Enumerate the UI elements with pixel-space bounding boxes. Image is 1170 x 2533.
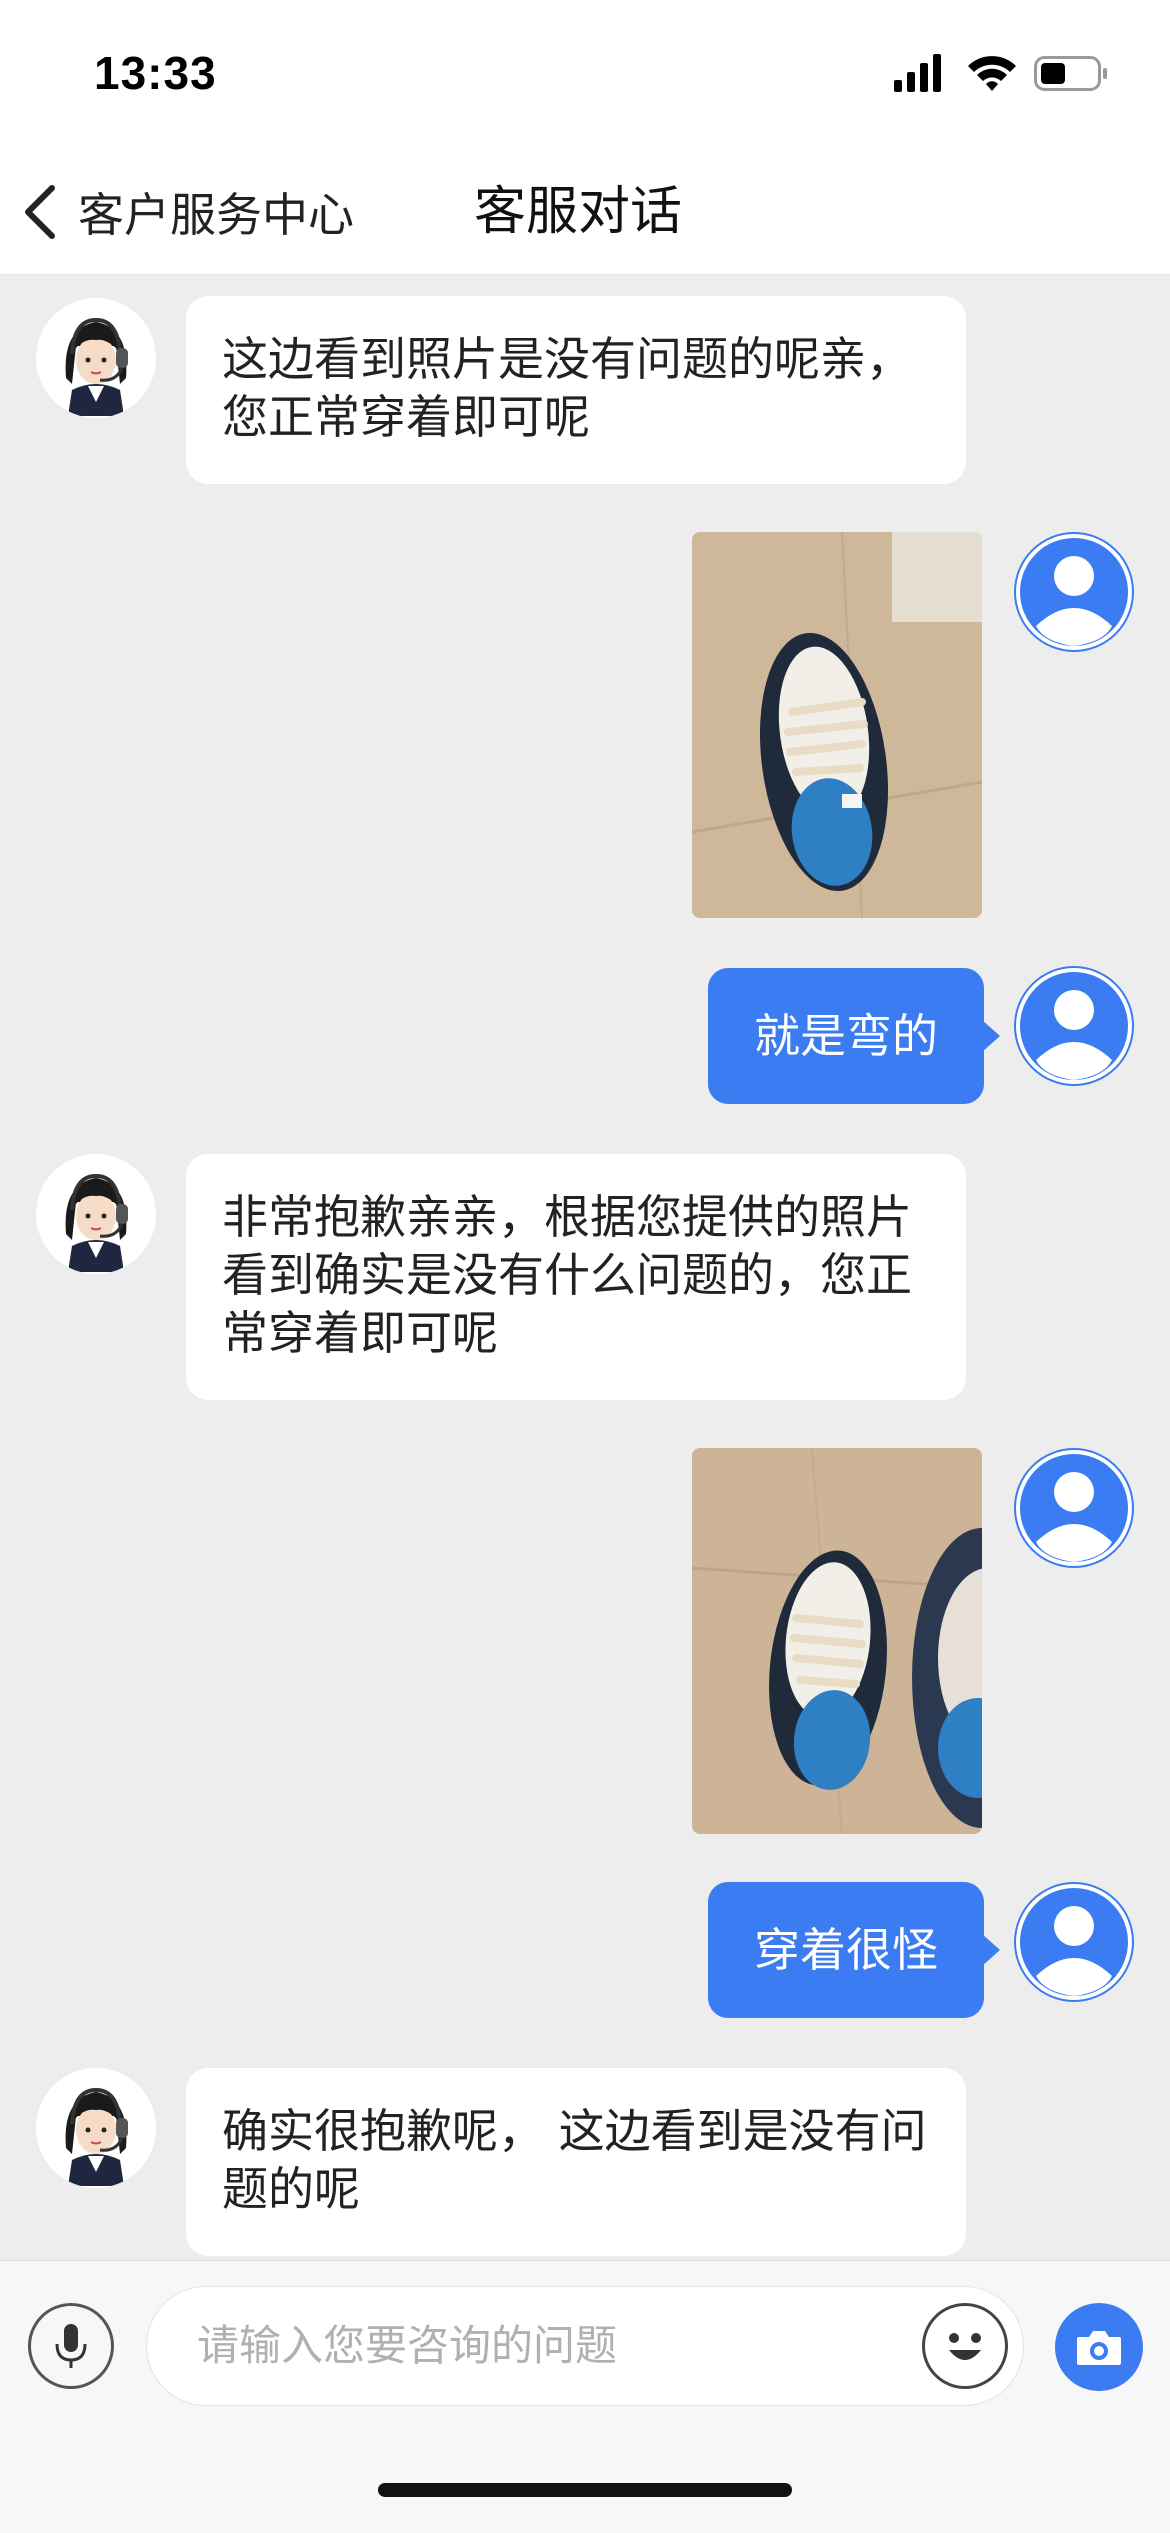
sneaker-photo-icon <box>692 532 982 918</box>
input-placeholder: 请输入您要咨询的问题 <box>197 2321 618 2370</box>
user-photo-message[interactable] <box>692 532 982 918</box>
sneaker-photo-icon <box>692 1448 982 1834</box>
user-avatar <box>1014 966 1134 1086</box>
agent-headset-avatar-icon <box>65 1173 128 1272</box>
user-avatar <box>1014 532 1134 652</box>
back-button[interactable]: 客户服务中心 <box>20 174 354 250</box>
user-message: 就是弯的 <box>708 968 1000 1104</box>
agent-avatar <box>36 298 156 418</box>
user-icon <box>1016 968 1132 1084</box>
user-icon <box>1016 1884 1132 2000</box>
smiley-icon <box>949 2333 981 2360</box>
emoji-button[interactable] <box>922 2303 1008 2389</box>
user-message: 穿着很怪 <box>708 1882 1000 2018</box>
page-title: 客服对话 <box>474 182 683 242</box>
status-time: 13:33 <box>94 47 217 99</box>
user-avatar <box>1014 1882 1134 2002</box>
home-indicator <box>378 2483 792 2497</box>
input-bar: 请输入您要咨询的问题 <box>0 2260 1170 2533</box>
wifi-icon <box>968 56 1016 91</box>
camera-button[interactable] <box>1055 2303 1143 2391</box>
status-bar: 13:33 <box>0 0 1170 150</box>
user-photo-message[interactable] <box>692 1448 982 1834</box>
chevron-left-icon <box>25 185 55 239</box>
user-icon <box>1016 1450 1132 1566</box>
microphone-icon <box>55 2324 87 2368</box>
chat-list[interactable]: 这边看到照片是没有问题的呢亲，您正常穿着即可呢 就是弯的 非常抱歉亲亲，根据您提… <box>0 274 1170 2260</box>
user-avatar <box>1014 1448 1134 1568</box>
status-icons <box>894 54 1107 92</box>
voice-button[interactable] <box>28 2303 114 2389</box>
message-input[interactable]: 请输入您要咨询的问题 <box>146 2286 1024 2406</box>
agent-avatar <box>36 2068 156 2188</box>
agent-headset-avatar-icon <box>65 2087 128 2186</box>
agent-avatar <box>36 1154 156 1274</box>
agent-message: 这边看到照片是没有问题的呢亲，您正常穿着即可呢 <box>186 296 966 484</box>
back-label: 客户服务中心 <box>78 188 354 242</box>
nav-bar: 客户服务中心 客服对话 <box>0 150 1170 275</box>
camera-icon <box>1077 2331 1121 2365</box>
agent-headset-avatar-icon <box>65 317 128 416</box>
agent-message: 确实很抱歉呢， 这边看到是没有问题的呢 <box>186 2068 966 2256</box>
battery-icon <box>1034 56 1107 91</box>
agent-message: 非常抱歉亲亲，根据您提供的照片看到确实是没有什么问题的，您正常穿着即可呢 <box>186 1154 966 1400</box>
signal-icon <box>894 54 941 92</box>
user-icon <box>1016 534 1132 650</box>
